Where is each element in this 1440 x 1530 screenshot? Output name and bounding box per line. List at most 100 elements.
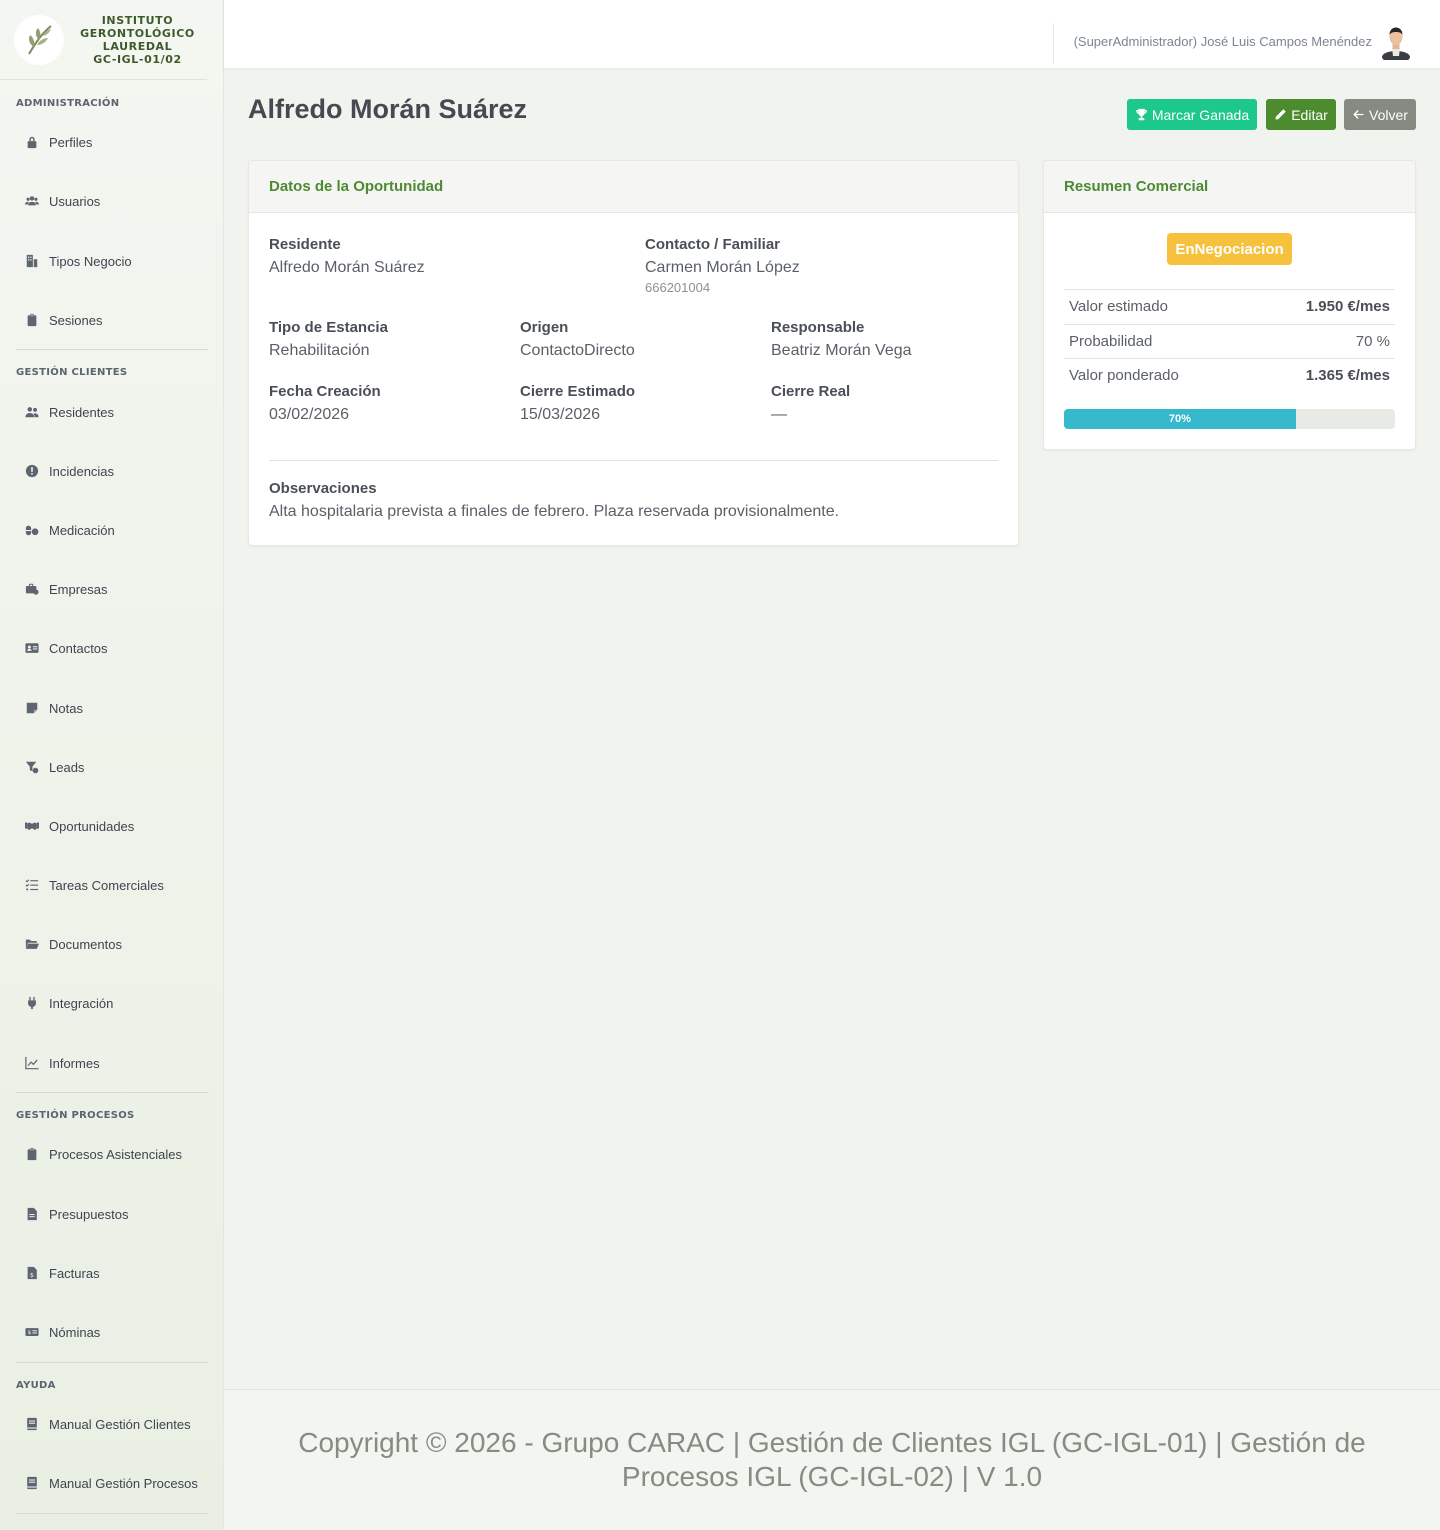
summary-table: Valor estimado 1.950 €/mes Probabilidad …: [1064, 289, 1395, 393]
sidebar-item-presupuestos[interactable]: Presupuestos: [0, 1204, 129, 1224]
sidebar-item-label: Manual Gestión Clientes: [49, 1416, 191, 1432]
copyright-text: Copyright © 2026 - Grupo CARAC | Gestión…: [298, 1427, 1366, 1492]
back-label: Volver: [1369, 106, 1408, 123]
sidebar-item-oportunidades[interactable]: Oportunidades: [0, 816, 134, 836]
sidebar-item-leads[interactable]: Leads: [0, 757, 84, 777]
funnel-icon: [24, 759, 40, 775]
user-name[interactable]: (SuperAdministrador) José Luis Campos Me…: [1074, 34, 1372, 49]
sidebar-item-label: Integración: [49, 995, 114, 1011]
sidebar-item-label: Tareas Comerciales: [49, 877, 164, 893]
sidebar-item-tareas-comerciales[interactable]: Tareas Comerciales: [0, 875, 164, 895]
field-value: —: [771, 406, 787, 423]
row-value: 1.950 €/mes: [1305, 298, 1390, 316]
sidebar-item-label: Nóminas: [49, 1324, 101, 1340]
field-label: Cierre Real: [771, 383, 851, 400]
field-value: Alfredo Morán Suárez: [269, 259, 425, 276]
contact-phone: 666201004: [645, 280, 711, 295]
table-row: Probabilidad 70 %: [1064, 323, 1395, 359]
field-label: Cierre Estimado: [520, 383, 636, 400]
sidebar-item-label: Leads: [49, 759, 85, 775]
trophy-icon: [1136, 108, 1147, 121]
field-origin: Origen ContactoDirecto: [520, 319, 635, 360]
sidebar-item-integracion[interactable]: Integración: [0, 993, 113, 1013]
section-title-ayuda: AYUDA: [16, 1380, 56, 1391]
pills-icon: [24, 522, 40, 538]
field-label: Fecha Creación: [269, 383, 381, 400]
chart-line-icon: [24, 1055, 40, 1071]
field-created: Fecha Creación 03/02/2026: [269, 383, 381, 424]
sidebar-item-label: Procesos Asistenciales: [49, 1146, 182, 1162]
card-header: Resumen Comercial: [1044, 161, 1415, 213]
row-label: Probabilidad: [1069, 332, 1153, 350]
field-contact: Contacto / Familiar Carmen Morán López 6…: [645, 236, 800, 295]
sidebar-item-label: Notas: [49, 700, 83, 716]
exclamation-icon: [24, 463, 40, 479]
field-value: Beatriz Morán Vega: [771, 342, 912, 359]
field-value: Rehabilitación: [269, 342, 370, 359]
sidebar-divider: [16, 349, 208, 350]
sidebar-item-label: Manual Gestión Procesos: [49, 1475, 198, 1491]
sidebar-item-label: Facturas: [49, 1265, 100, 1281]
plug-icon: [24, 995, 40, 1011]
users-icon: [24, 404, 40, 420]
sidebar-item-label: Presupuestos: [49, 1206, 129, 1222]
sidebar-item-label: Residentes: [49, 404, 115, 420]
section-title-administracion: ADMINISTRACIÓN: [16, 98, 120, 109]
briefcase-icon: [24, 581, 40, 597]
row-label: Valor estimado: [1069, 298, 1168, 316]
sidebar-item-procesos-asistenciales[interactable]: Procesos Asistenciales: [0, 1144, 182, 1164]
note-icon: [24, 700, 40, 716]
checklist-icon: [24, 877, 40, 893]
field-stay-type: Tipo de Estancia Rehabilitación: [269, 319, 388, 360]
footer: Copyright © 2026 - Grupo CARAC | Gestión…: [224, 1389, 1440, 1530]
field-label: Origen: [520, 319, 569, 336]
sidebar-item-contactos[interactable]: Contactos: [0, 638, 108, 658]
sidebar-item-manual-procesos[interactable]: Manual Gestión Procesos: [0, 1473, 198, 1493]
sidebar-divider: [16, 1362, 208, 1363]
section-title-gestion-procesos: GESTIÓN PROCESOS: [16, 1110, 135, 1121]
user-avatar-icon[interactable]: [1380, 24, 1412, 63]
sidebar-item-documentos[interactable]: Documentos: [0, 934, 122, 954]
sidebar-item-label: Incidencias: [49, 463, 115, 479]
sidebar-item-medicacion[interactable]: Medicación: [0, 520, 115, 540]
field-notes: Observaciones Alta hospitalaria prevista…: [269, 480, 839, 521]
sidebar-item-notas[interactable]: Notas: [0, 698, 83, 718]
page-title: Alfredo Morán Suárez: [248, 94, 528, 124]
field-owner: Responsable Beatriz Morán Vega: [771, 319, 912, 360]
brand[interactable]: INSTITUTO GERONTOLÓGICO LAUREDAL GC-IGL-…: [0, 0, 207, 80]
sidebar-item-label: Usuarios: [49, 193, 101, 209]
sidebar-divider: [16, 1092, 208, 1093]
handshake-icon: [24, 818, 40, 834]
topbar-divider: [1053, 23, 1054, 63]
sidebar-item-tipos-negocio[interactable]: Tipos Negocio: [0, 251, 132, 271]
field-value: 03/02/2026: [269, 406, 350, 423]
sidebar-item-residentes[interactable]: Residentes: [0, 402, 114, 422]
sidebar-item-empresas[interactable]: Empresas: [0, 579, 108, 599]
row-value: 70 %: [1355, 332, 1390, 350]
laurel-logo-icon: [14, 14, 64, 65]
sidebar-item-informes[interactable]: Informes: [0, 1053, 100, 1073]
id-card-icon: [24, 640, 40, 656]
svg-text:$: $: [30, 1272, 34, 1279]
mark-won-button[interactable]: Marcar Ganada: [1127, 99, 1257, 130]
field-value: ContactoDirecto: [520, 342, 635, 359]
mark-won-label: Marcar Ganada: [1151, 106, 1250, 123]
sidebar-item-manual-clientes[interactable]: Manual Gestión Clientes: [0, 1414, 191, 1434]
arrow-left-icon: [1353, 110, 1364, 119]
sidebar-item-incidencias[interactable]: Incidencias: [0, 461, 114, 481]
edit-button[interactable]: Editar: [1266, 99, 1336, 130]
svg-text:$: $: [28, 1330, 32, 1336]
sidebar-divider: [16, 1513, 208, 1514]
book-icon: [24, 1475, 40, 1491]
field-label: Tipo de Estancia: [269, 319, 388, 336]
sidebar-item-usuarios[interactable]: Usuarios: [0, 191, 100, 211]
field-value: 15/03/2026: [520, 406, 601, 423]
sidebar-item-facturas[interactable]: $ Facturas: [0, 1263, 100, 1283]
sidebar-item-label: Informes: [49, 1055, 100, 1071]
sidebar-item-sesiones[interactable]: Sesiones: [0, 310, 102, 330]
card-divider: [269, 460, 998, 461]
field-value: Carmen Morán López: [645, 259, 800, 276]
sidebar-item-perfiles[interactable]: Perfiles: [0, 132, 92, 152]
back-button[interactable]: Volver: [1344, 99, 1416, 130]
sidebar-item-nominas[interactable]: $ Nóminas: [0, 1322, 100, 1342]
